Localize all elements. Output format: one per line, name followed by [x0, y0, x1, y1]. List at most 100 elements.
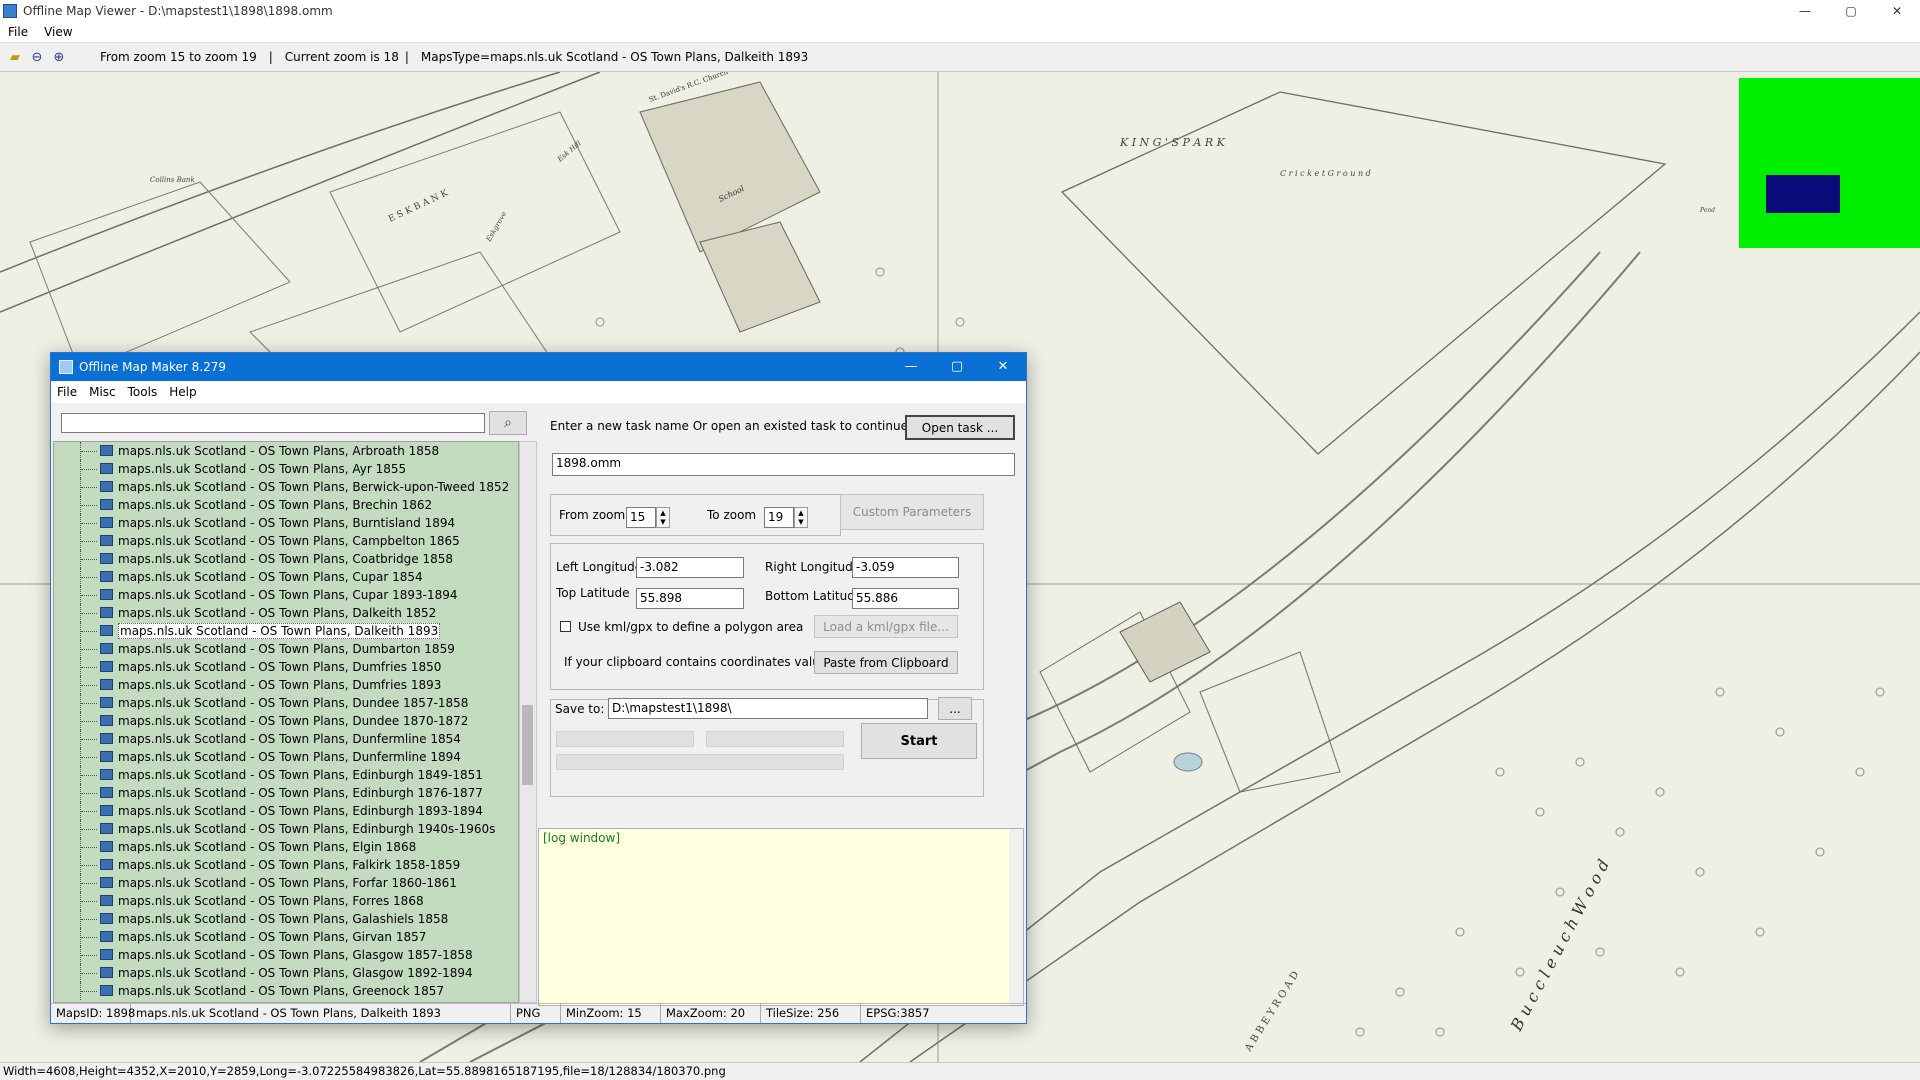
tree-item[interactable]: maps.nls.uk Scotland - OS Town Plans, Ed…: [54, 802, 518, 820]
map-image-icon: [100, 553, 113, 564]
tree-item-label: maps.nls.uk Scotland - OS Town Plans, Ar…: [118, 444, 440, 458]
tree-item[interactable]: maps.nls.uk Scotland - OS Town Plans, Ga…: [54, 910, 518, 928]
tree-item-label: maps.nls.uk Scotland - OS Town Plans, Gl…: [118, 966, 473, 980]
zoom-out-icon[interactable]: ⊖: [26, 46, 48, 68]
tree-scrollbar-thumb[interactable]: [522, 705, 533, 785]
tree-item[interactable]: maps.nls.uk Scotland - OS Town Plans, Da…: [54, 622, 518, 640]
tree-item[interactable]: maps.nls.uk Scotland - OS Town Plans, Ed…: [54, 820, 518, 838]
status-format: PNG: [511, 1004, 561, 1023]
kml-checkbox[interactable]: [560, 621, 571, 632]
zoom-in-icon[interactable]: ⊕: [48, 46, 70, 68]
map-image-icon: [100, 931, 113, 942]
tree-item[interactable]: maps.nls.uk Scotland - OS Town Plans, Br…: [54, 496, 518, 514]
bottom-latitude-field[interactable]: 55.886: [852, 588, 959, 609]
dialog-menu-bar: File Misc Tools Help: [51, 381, 1026, 403]
tree-item[interactable]: maps.nls.uk Scotland - OS Town Plans, Gl…: [54, 946, 518, 964]
close-button[interactable]: ✕: [1874, 0, 1920, 22]
tree-item-label: maps.nls.uk Scotland - OS Town Plans, Bu…: [118, 516, 456, 530]
browse-button[interactable]: ...: [938, 697, 972, 720]
tree-item[interactable]: maps.nls.uk Scotland - OS Town Plans, Ed…: [54, 766, 518, 784]
tree-item[interactable]: maps.nls.uk Scotland - OS Town Plans, Gi…: [54, 928, 518, 946]
minimize-button[interactable]: —: [1782, 0, 1828, 22]
map-search-input[interactable]: [61, 413, 485, 433]
tree-item[interactable]: maps.nls.uk Scotland - OS Town Plans, Du…: [54, 748, 518, 766]
tree-item[interactable]: maps.nls.uk Scotland - OS Town Plans, Du…: [54, 676, 518, 694]
from-zoom-spinner[interactable]: ▲ ▼: [656, 507, 670, 528]
tree-item[interactable]: maps.nls.uk Scotland - OS Town Plans, Ay…: [54, 460, 518, 478]
tree-connector: [81, 649, 97, 650]
tree-item[interactable]: maps.nls.uk Scotland - OS Town Plans, Co…: [54, 550, 518, 568]
tree-item[interactable]: maps.nls.uk Scotland - OS Town Plans, Gr…: [54, 982, 518, 1000]
spin-down-icon[interactable]: ▼: [660, 518, 665, 527]
tree-connector: [81, 991, 97, 992]
overview-minimap[interactable]: [1739, 78, 1920, 248]
tree-item[interactable]: maps.nls.uk Scotland - OS Town Plans, Cu…: [54, 568, 518, 586]
tree-item-label: maps.nls.uk Scotland - OS Town Plans, Be…: [118, 480, 510, 494]
dialog-menu-tools[interactable]: Tools: [122, 385, 164, 399]
dialog-menu-file[interactable]: File: [51, 385, 83, 399]
dialog-maximize-button[interactable]: ▢: [934, 353, 980, 381]
tree-item[interactable]: maps.nls.uk Scotland - OS Town Plans, Du…: [54, 640, 518, 658]
map-image-icon: [100, 499, 113, 510]
viewer-menu-bar: File View: [0, 22, 1920, 42]
save-to-field[interactable]: D:\mapstest1\1898\: [608, 698, 928, 719]
load-kml-button[interactable]: Load a kml/gpx file...: [814, 615, 958, 638]
tree-item[interactable]: maps.nls.uk Scotland - OS Town Plans, Ar…: [54, 442, 518, 460]
dialog-minimize-button[interactable]: —: [888, 353, 934, 381]
log-scrollbar[interactable]: [1009, 829, 1023, 1005]
progress-bar-1: [556, 731, 694, 747]
tree-item[interactable]: maps.nls.uk Scotland - OS Town Plans, Du…: [54, 730, 518, 748]
map-image-icon: [100, 697, 113, 708]
tree-item[interactable]: maps.nls.uk Scotland - OS Town Plans, Da…: [54, 604, 518, 622]
tree-item[interactable]: maps.nls.uk Scotland - OS Town Plans, El…: [54, 838, 518, 856]
tree-item[interactable]: maps.nls.uk Scotland - OS Town Plans, Fo…: [54, 874, 518, 892]
viewer-status-bar: Width=4608,Height=4352,X=2010,Y=2859,Lon…: [0, 1062, 1920, 1080]
tree-item-label: maps.nls.uk Scotland - OS Town Plans, Fo…: [118, 894, 424, 908]
paste-clipboard-button[interactable]: Paste from Clipboard: [814, 651, 958, 674]
map-image-icon: [100, 481, 113, 492]
tree-item[interactable]: maps.nls.uk Scotland - OS Town Plans, Fo…: [54, 892, 518, 910]
map-source-tree[interactable]: maps.nls.uk Scotland - OS Town Plans, Ar…: [53, 441, 519, 1003]
to-zoom-field[interactable]: 19: [764, 507, 794, 528]
maximize-button[interactable]: ▢: [1828, 0, 1874, 22]
search-button[interactable]: ⌕: [489, 411, 527, 435]
tree-item[interactable]: maps.nls.uk Scotland - OS Town Plans, Gl…: [54, 964, 518, 982]
tree-item[interactable]: maps.nls.uk Scotland - OS Town Plans, Be…: [54, 478, 518, 496]
dialog-close-button[interactable]: ✕: [980, 353, 1026, 381]
from-zoom-field[interactable]: 15: [626, 507, 656, 528]
tree-item[interactable]: maps.nls.uk Scotland - OS Town Plans, Cu…: [54, 586, 518, 604]
tree-item-label: maps.nls.uk Scotland - OS Town Plans, Ed…: [118, 822, 496, 836]
tree-item[interactable]: maps.nls.uk Scotland - OS Town Plans, Ed…: [54, 784, 518, 802]
minimap-viewport-indicator[interactable]: [1766, 175, 1840, 213]
spin-up-icon[interactable]: ▲: [660, 509, 665, 518]
custom-parameters-button[interactable]: Custom Parameters: [840, 494, 984, 530]
task-name-field[interactable]: 1898.omm: [552, 453, 1015, 476]
log-window[interactable]: [log window]: [538, 828, 1024, 1006]
dialog-menu-misc[interactable]: Misc: [83, 385, 122, 399]
right-longitude-field[interactable]: -3.059: [852, 557, 959, 578]
map-image-icon: [100, 967, 113, 978]
tree-item[interactable]: maps.nls.uk Scotland - OS Town Plans, Du…: [54, 694, 518, 712]
spin-up-icon[interactable]: ▲: [798, 509, 803, 518]
dialog-menu-help[interactable]: Help: [163, 385, 202, 399]
tree-item-label: maps.nls.uk Scotland - OS Town Plans, El…: [118, 840, 417, 854]
start-button[interactable]: Start: [861, 723, 977, 759]
left-longitude-field[interactable]: -3.082: [636, 557, 744, 578]
menu-file[interactable]: File: [0, 25, 36, 39]
map-image-icon: [100, 949, 113, 960]
open-task-button[interactable]: Open task ...: [905, 415, 1015, 440]
top-latitude-field[interactable]: 55.898: [636, 588, 744, 609]
menu-view[interactable]: View: [36, 25, 80, 39]
map-image-icon: [100, 445, 113, 456]
tree-item[interactable]: maps.nls.uk Scotland - OS Town Plans, Du…: [54, 712, 518, 730]
tree-item[interactable]: maps.nls.uk Scotland - OS Town Plans, Du…: [54, 658, 518, 676]
open-folder-icon[interactable]: ▰: [4, 46, 26, 68]
to-zoom-spinner[interactable]: ▲ ▼: [794, 507, 808, 528]
tree-item-label: maps.nls.uk Scotland - OS Town Plans, Co…: [118, 552, 454, 566]
spin-down-icon[interactable]: ▼: [798, 518, 803, 527]
tree-item-label: maps.nls.uk Scotland - OS Town Plans, Du…: [118, 660, 442, 674]
tree-item[interactable]: maps.nls.uk Scotland - OS Town Plans, Bu…: [54, 514, 518, 532]
tree-connector: [81, 739, 97, 740]
tree-item[interactable]: maps.nls.uk Scotland - OS Town Plans, Fa…: [54, 856, 518, 874]
tree-item[interactable]: maps.nls.uk Scotland - OS Town Plans, Ca…: [54, 532, 518, 550]
